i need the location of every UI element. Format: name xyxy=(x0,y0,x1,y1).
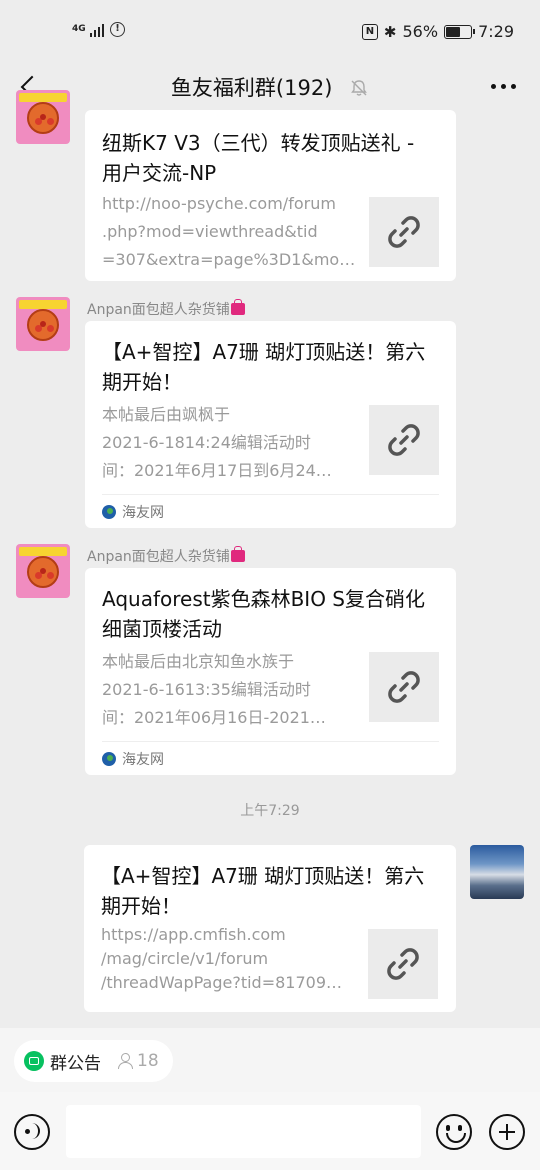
member-count: 18 xyxy=(117,1051,159,1071)
voice-input-icon[interactable] xyxy=(14,1114,50,1150)
link-icon xyxy=(388,671,420,703)
desc-line: http://noo-psyche.com/forum xyxy=(102,194,336,213)
sender-name: Anpan面包超人杂货铺 xyxy=(87,299,245,319)
desc-line: =307&extra=page%3D1&mo… xyxy=(102,250,356,269)
desc-line: .php?mod=viewthread&tid xyxy=(102,222,318,241)
card-source: 海友网 xyxy=(102,502,164,522)
clock: 7:29 xyxy=(478,22,514,41)
desc-line: 本帖最后由飒枫于 xyxy=(102,405,231,424)
status-bar: 4G ! N ✱ 56% 7:29 xyxy=(0,0,540,64)
member-count-value: 18 xyxy=(137,1051,159,1071)
link-card-title: Aquaforest紫色森林BIO S复合硝化细菌顶楼活动 xyxy=(102,587,425,641)
source-name: 海友网 xyxy=(122,752,164,768)
link-card-title: 【A+智控】A7珊 瑚灯顶贴送！第六期开始！ xyxy=(101,864,425,918)
emoji-icon[interactable] xyxy=(436,1114,472,1150)
avatar[interactable] xyxy=(16,90,70,144)
battery-icon xyxy=(444,24,476,39)
alert-icon: ! xyxy=(110,22,125,37)
link-card[interactable]: 【A+智控】A7珊 瑚灯顶贴送！第六期开始！ https://app.cmfis… xyxy=(84,845,456,1012)
source-app-icon xyxy=(102,752,116,766)
link-card[interactable]: 纽斯K7 V3（三代）转发顶贴送礼 - 用户交流-NP http://noo-p… xyxy=(85,110,456,281)
status-right: N ✱ 56% 7:29 xyxy=(361,22,514,41)
network-type: 4G xyxy=(72,24,86,34)
status-left: 4G ! xyxy=(72,22,125,37)
link-card[interactable]: Aquaforest紫色森林BIO S复合硝化细菌顶楼活动 本帖最后由北京知鱼水… xyxy=(85,568,456,775)
link-card-desc: https://app.cmfish.com /mag/circle/v1/fo… xyxy=(101,923,356,995)
more-options-icon[interactable] xyxy=(491,84,516,89)
source-app-icon xyxy=(102,505,116,519)
link-icon xyxy=(388,216,420,248)
card-divider xyxy=(102,494,439,495)
link-card-title: 纽斯K7 V3（三代）转发顶贴送礼 - 用户交流-NP xyxy=(102,131,415,185)
plus-icon[interactable] xyxy=(489,1114,525,1150)
person-icon xyxy=(117,1053,133,1069)
source-name: 海友网 xyxy=(122,505,164,521)
desc-line: 间：2021年6月17日到6月24… xyxy=(102,461,332,480)
link-card-desc: 本帖最后由北京知鱼水族于 2021-6-1613:35编辑活动时 间：2021年… xyxy=(102,648,357,732)
mute-bell-icon xyxy=(351,80,367,96)
shopping-bag-icon xyxy=(230,299,245,315)
desc-line: 2021-6-1613:35编辑活动时 xyxy=(102,680,311,699)
link-icon xyxy=(388,424,420,456)
notice-icon xyxy=(24,1051,44,1071)
link-card-title: 【A+智控】A7珊 瑚灯顶贴送！第六期开始！ xyxy=(102,340,426,394)
announcement-bar: 群公告 18 xyxy=(0,1028,540,1092)
desc-line: 间：2021年06月16日-2021… xyxy=(102,708,326,727)
sender-name-text: Anpan面包超人杂货铺 xyxy=(87,549,230,565)
signal-icon xyxy=(90,23,104,37)
bluetooth-icon: ✱ xyxy=(383,22,397,41)
link-thumbnail xyxy=(369,405,439,475)
link-thumbnail xyxy=(369,652,439,722)
desc-line: https://app.cmfish.com xyxy=(101,925,286,944)
desc-line: 2021-6-1814:24编辑活动时 xyxy=(102,433,311,452)
desc-line: 本帖最后由北京知鱼水族于 xyxy=(102,652,295,671)
link-thumbnail xyxy=(369,197,439,267)
nfc-icon: N xyxy=(361,23,378,40)
card-source: 海友网 xyxy=(102,749,164,769)
message-input[interactable] xyxy=(66,1105,421,1158)
chat-title-wrap: 鱼友福利群(192) xyxy=(0,72,540,102)
link-card-desc: 本帖最后由飒枫于 2021-6-1814:24编辑活动时 间：2021年6月17… xyxy=(102,401,357,485)
chat-header: 鱼友福利群(192) xyxy=(0,64,540,110)
desc-line: /mag/circle/v1/forum xyxy=(101,949,269,968)
link-icon xyxy=(387,948,419,980)
chat-title: 鱼友福利群(192) xyxy=(170,76,333,100)
time-separator: 上午7:29 xyxy=(240,803,300,819)
sender-name-text: Anpan面包超人杂货铺 xyxy=(87,302,230,318)
desc-line: /threadWapPage?tid=81709… xyxy=(101,973,342,992)
battery-fill xyxy=(446,26,460,37)
link-card[interactable]: 【A+智控】A7珊 瑚灯顶贴送！第六期开始！ 本帖最后由飒枫于 2021-6-1… xyxy=(85,321,456,528)
link-card-desc: http://noo-psyche.com/forum .php?mod=vie… xyxy=(102,190,357,274)
my-avatar[interactable] xyxy=(470,845,524,899)
sender-name: Anpan面包超人杂货铺 xyxy=(87,546,245,566)
shopping-bag-icon xyxy=(230,546,245,562)
input-bar xyxy=(0,1092,540,1170)
avatar[interactable] xyxy=(16,544,70,598)
group-notice-button[interactable]: 群公告 18 xyxy=(14,1040,173,1082)
notice-label: 群公告 xyxy=(50,1053,101,1074)
card-divider xyxy=(102,741,439,742)
avatar[interactable] xyxy=(16,297,70,351)
battery-percent: 56% xyxy=(402,22,439,41)
link-thumbnail xyxy=(368,929,438,999)
